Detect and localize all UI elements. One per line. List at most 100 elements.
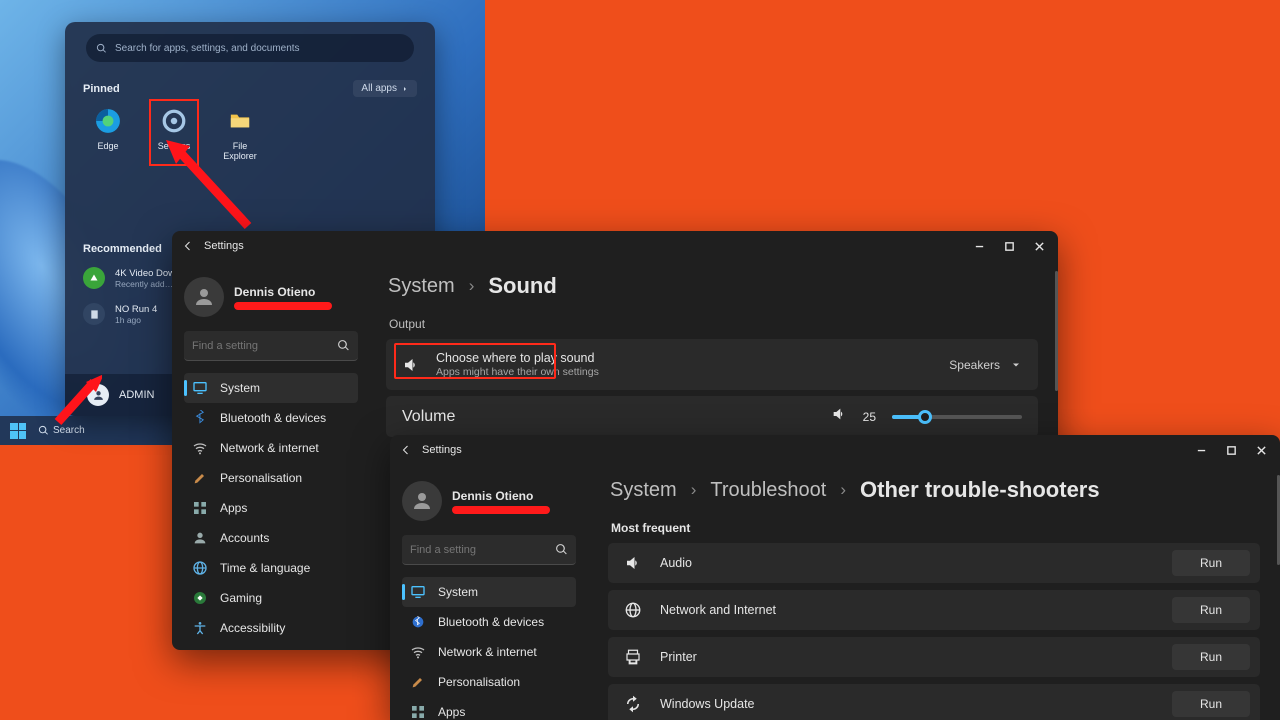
profile-avatar[interactable]	[402, 481, 442, 521]
brush-icon	[410, 674, 426, 690]
bc-troubleshoot[interactable]: Troubleshoot	[710, 479, 826, 502]
wifi-icon	[410, 644, 426, 660]
brush-icon	[192, 470, 208, 486]
run-button[interactable]: Run	[1172, 550, 1250, 576]
ts-audio: Audio Run	[608, 543, 1260, 583]
nav-personalisation[interactable]: Personalisation	[184, 463, 358, 493]
volume-value: 25	[863, 410, 876, 424]
run-button[interactable]: Run	[1172, 691, 1250, 717]
nav-bluetooth[interactable]: Bluetooth & devices	[402, 607, 576, 637]
minimize-button[interactable]	[1186, 435, 1216, 465]
back-icon[interactable]	[182, 240, 194, 252]
nav-system[interactable]: System	[402, 577, 576, 607]
globe-icon	[192, 560, 208, 576]
ts-windows-update: Windows Update Run	[608, 684, 1260, 720]
gaming-icon	[192, 590, 208, 606]
pin-file-explorer[interactable]: File Explorer	[215, 107, 265, 161]
output-label: Output	[389, 317, 1038, 331]
pinned-label: Pinned	[83, 83, 120, 95]
maximize-button[interactable]	[994, 231, 1024, 261]
find-setting[interactable]	[402, 535, 576, 565]
recommended-label: Recommended	[83, 243, 162, 255]
taskbar-search-label: Search	[53, 425, 85, 436]
folder-icon	[226, 107, 254, 135]
find-setting-input[interactable]	[192, 340, 337, 352]
titlebar	[172, 231, 1058, 261]
nav-privacy[interactable]: Privacy & security	[184, 643, 358, 650]
taskbar: Search	[0, 416, 172, 445]
back-icon[interactable]	[400, 444, 412, 456]
bc-system[interactable]: System	[610, 479, 677, 502]
nav-accounts[interactable]: Accounts	[184, 523, 358, 553]
search-icon	[337, 339, 350, 352]
minimize-button[interactable]	[964, 231, 994, 261]
pin-settings[interactable]: Settings	[149, 99, 199, 166]
user-name: ADMIN	[119, 389, 154, 401]
bluetooth-icon	[410, 614, 426, 630]
profile-name: Dennis Otieno	[452, 489, 550, 503]
settings-window-troubleshoot: Settings Dennis Otieno System Bluetooth …	[390, 435, 1280, 720]
system-icon	[192, 380, 208, 396]
volume-icon[interactable]	[831, 406, 847, 427]
app-title: Settings	[204, 240, 244, 252]
start-search-placeholder: Search for apps, settings, and documents	[115, 43, 300, 54]
volume-card: Volume 25	[386, 396, 1038, 437]
system-icon	[410, 584, 426, 600]
chevron-right-icon: ›	[469, 276, 475, 296]
sidebar: Dennis Otieno System Bluetooth & devices…	[172, 263, 370, 650]
breadcrumb: System › Troubleshoot › Other trouble-sh…	[610, 477, 1260, 503]
run-button[interactable]: Run	[1172, 597, 1250, 623]
search-icon	[555, 543, 568, 556]
bc-other: Other trouble-shooters	[860, 477, 1100, 503]
nav-apps[interactable]: Apps	[402, 697, 576, 720]
bc-sound: Sound	[488, 273, 556, 299]
all-apps-button[interactable]: All apps	[353, 80, 417, 97]
profile-name: Dennis Otieno	[234, 285, 332, 299]
redacted-email	[234, 302, 332, 310]
start-button[interactable]	[10, 423, 26, 439]
person-icon	[192, 530, 208, 546]
bc-system[interactable]: System	[388, 275, 455, 298]
nav-personalisation[interactable]: Personalisation	[402, 667, 576, 697]
app-icon	[83, 267, 105, 289]
close-button[interactable]	[1246, 435, 1276, 465]
nav-system[interactable]: System	[184, 373, 358, 403]
find-setting[interactable]	[184, 331, 358, 361]
settings-icon	[160, 107, 188, 135]
nav-accessibility[interactable]: Accessibility	[184, 613, 358, 643]
nav-bluetooth[interactable]: Bluetooth & devices	[184, 403, 358, 433]
edge-icon	[94, 107, 122, 135]
bluetooth-icon	[192, 410, 208, 426]
chevron-down-icon	[1010, 359, 1022, 371]
speaker-icon	[624, 554, 642, 572]
maximize-button[interactable]	[1216, 435, 1246, 465]
accessibility-icon	[192, 620, 208, 636]
wifi-icon	[192, 440, 208, 456]
apps-icon	[410, 704, 426, 720]
volume-slider[interactable]	[892, 415, 1022, 419]
volume-label: Volume	[402, 408, 455, 426]
find-setting-input[interactable]	[410, 544, 555, 556]
taskbar-search[interactable]: Search	[38, 425, 85, 436]
redacted-email	[452, 506, 550, 514]
nav-network[interactable]: Network & internet	[402, 637, 576, 667]
close-button[interactable]	[1024, 231, 1054, 261]
profile-avatar[interactable]	[184, 277, 224, 317]
run-button[interactable]: Run	[1172, 644, 1250, 670]
start-search[interactable]: Search for apps, settings, and documents	[86, 34, 414, 62]
nav-time[interactable]: Time & language	[184, 553, 358, 583]
pin-edge[interactable]: Edge	[83, 107, 133, 161]
output-card[interactable]: Choose where to play sound Apps might ha…	[386, 339, 1038, 390]
doc-icon	[83, 303, 105, 325]
search-icon	[96, 43, 107, 54]
app-title: Settings	[422, 444, 462, 456]
nav-apps[interactable]: Apps	[184, 493, 358, 523]
user-avatar[interactable]	[87, 384, 109, 406]
breadcrumb: System › Sound	[388, 273, 1038, 299]
annotation-highlight	[394, 343, 556, 379]
chevron-right-icon	[401, 85, 409, 93]
globe-icon	[624, 601, 642, 619]
nav-gaming[interactable]: Gaming	[184, 583, 358, 613]
nav-network[interactable]: Network & internet	[184, 433, 358, 463]
apps-icon	[192, 500, 208, 516]
